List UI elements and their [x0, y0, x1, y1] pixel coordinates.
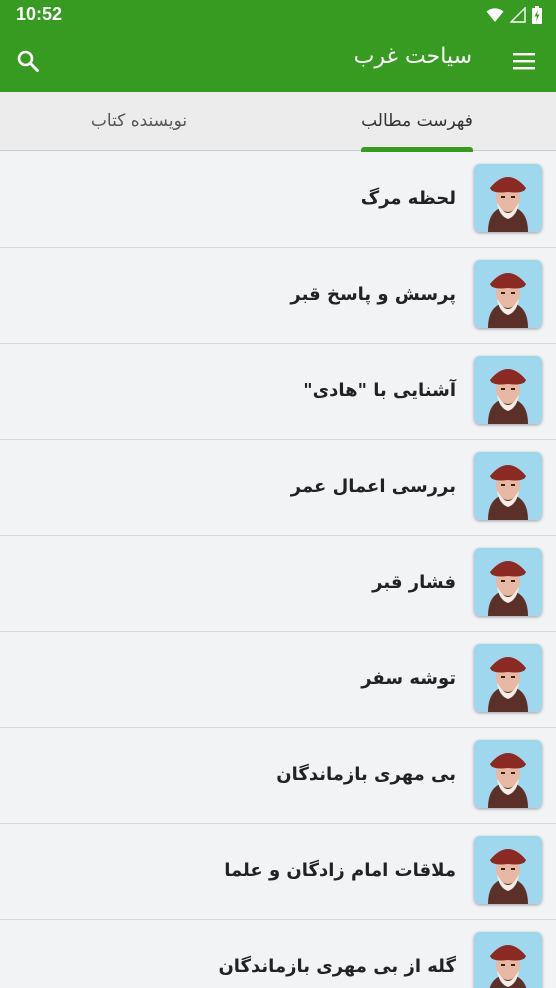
search-icon [17, 50, 39, 72]
author-portrait-thumbnail [474, 452, 542, 520]
list-item-title: لحظه مرگ [360, 188, 456, 209]
status-time: 10:52 [16, 4, 63, 24]
list-item-title: توشه سفر [361, 668, 456, 689]
tab-bar: فهرست مطالب نویسنده کتاب [0, 92, 556, 151]
list-item-title: فشار قبر [372, 572, 456, 593]
list-item-title: آشنایی با "هادی" [303, 380, 456, 401]
author-portrait-thumbnail [474, 260, 542, 328]
author-portrait-thumbnail [474, 356, 542, 424]
author-portrait-thumbnail [474, 164, 542, 232]
app-title: سیاحت غرب [353, 44, 472, 69]
tab-author[interactable]: نویسنده کتاب [0, 92, 278, 150]
list-item[interactable]: لحظه مرگ [0, 151, 556, 248]
list-item[interactable]: توشه سفر [0, 631, 556, 728]
menu-button[interactable] [512, 49, 536, 73]
app-bar: سیاحت غرب [0, 30, 556, 92]
author-portrait-thumbnail [474, 548, 542, 616]
list-item-title: بررسی اعمال عمر [290, 476, 456, 497]
list-item[interactable]: بررسی اعمال عمر [0, 439, 556, 536]
author-portrait-thumbnail [474, 740, 542, 808]
status-bar: 10:52 [0, 0, 556, 30]
chapter-list[interactable]: لحظه مرگ پرسش و پاسخ قبر آشنایی با "هادی… [0, 151, 556, 988]
list-item-title: ملاقات امام زادگان و علما [224, 860, 456, 881]
status-icons [486, 6, 542, 24]
author-portrait-thumbnail [474, 932, 542, 988]
author-portrait-thumbnail [474, 644, 542, 712]
author-portrait-thumbnail [474, 836, 542, 904]
list-item-title: پرسش و پاسخ قبر [290, 284, 456, 305]
battery-icon [532, 6, 542, 24]
tab-contents[interactable]: فهرست مطالب [278, 92, 556, 150]
cellular-signal-icon [510, 7, 526, 23]
list-item[interactable]: فشار قبر [0, 535, 556, 632]
list-item[interactable]: ملاقات امام زادگان و علما [0, 823, 556, 920]
list-item[interactable]: آشنایی با "هادی" [0, 343, 556, 440]
list-item[interactable]: پرسش و پاسخ قبر [0, 247, 556, 344]
search-button[interactable] [14, 47, 42, 75]
list-item[interactable]: بی مهری بازماندگان [0, 727, 556, 824]
list-item[interactable]: گله از بی مهری بازماندگان [0, 919, 556, 988]
list-item-title: گله از بی مهری بازماندگان [218, 956, 456, 977]
wifi-icon [486, 8, 504, 22]
list-item-title: بی مهری بازماندگان [276, 764, 456, 785]
hamburger-menu-icon [513, 53, 535, 70]
